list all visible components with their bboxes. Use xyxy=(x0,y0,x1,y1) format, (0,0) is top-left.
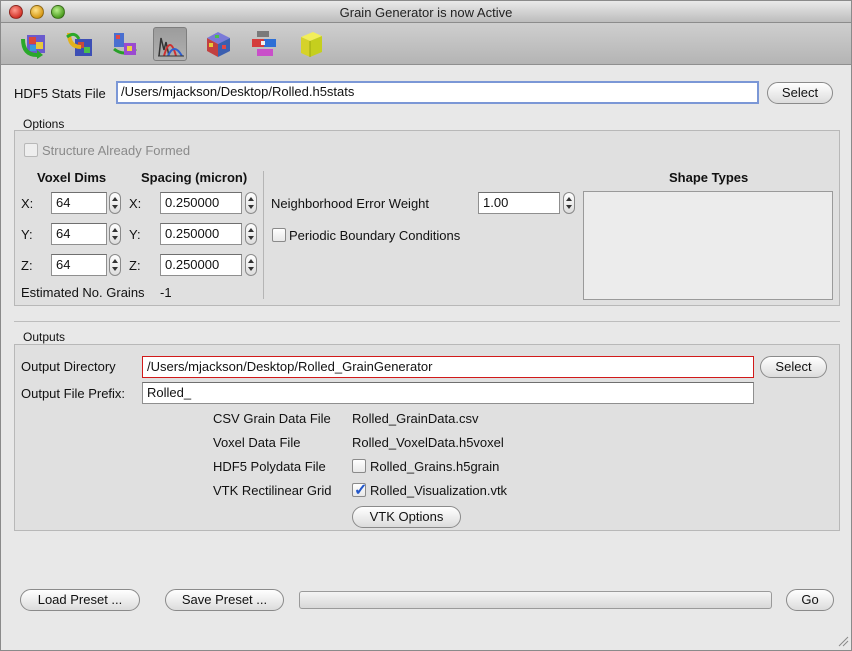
options-group: Structure Already Formed Voxel Dims Spac… xyxy=(14,130,840,306)
spacing-z-input[interactable]: 0.250000 xyxy=(160,254,242,276)
csv-grain-data-value: Rolled_GrainData.csv xyxy=(352,411,479,426)
toolbar-button-grain-generator[interactable] xyxy=(17,27,51,61)
toolbar-button-reconstruction[interactable] xyxy=(63,27,97,61)
toolbar-button-surface-mesh[interactable] xyxy=(108,27,142,61)
vtk-rectilinear-checkbox[interactable]: ✓ xyxy=(352,482,368,499)
output-directory-label: Output Directory xyxy=(21,359,116,374)
voxel-data-label: Voxel Data File xyxy=(213,435,301,450)
ebsd-conversion-icon xyxy=(252,31,276,56)
outputs-group: Output Directory /Users/mjackson/Desktop… xyxy=(14,344,840,531)
window-title: Grain Generator is now Active xyxy=(339,5,513,20)
spacing-x-input[interactable]: 0.250000 xyxy=(160,192,242,214)
save-preset-button[interactable]: Save Preset ... xyxy=(165,589,284,611)
structure-formed-label: Structure Already Formed xyxy=(42,143,191,158)
toolbar xyxy=(1,23,851,65)
output-directory-input[interactable]: /Users/mjackson/Desktop/Rolled_GrainGene… xyxy=(142,356,754,378)
go-button[interactable]: Go xyxy=(786,589,834,611)
spacing-z-label: Z: xyxy=(129,258,141,273)
voxel-z-stepper[interactable] xyxy=(109,254,121,276)
estimated-grains-value: -1 xyxy=(160,285,172,300)
title-bar: Grain Generator is now Active xyxy=(1,1,851,23)
stats-file-input[interactable]: /Users/mjackson/Desktop/Rolled.h5stats xyxy=(116,81,759,104)
neighborhood-weight-input[interactable]: 1.00 xyxy=(478,192,560,214)
voxel-data-value: Rolled_VoxelData.h5voxel xyxy=(352,435,504,450)
vtk-options-button[interactable]: VTK Options xyxy=(352,506,461,528)
voxel-y-label: Y: xyxy=(21,227,33,242)
spacing-x-label: X: xyxy=(129,196,142,211)
options-divider xyxy=(263,171,264,299)
voxel-z-input[interactable]: 64 xyxy=(51,254,107,276)
toolbar-button-statistics[interactable] xyxy=(153,27,187,61)
structure-formed-checkbox[interactable] xyxy=(24,143,38,157)
output-prefix-label: Output File Prefix: xyxy=(21,386,126,401)
grain-generator-icon xyxy=(21,35,45,59)
shape-types-list[interactable] xyxy=(583,191,833,300)
spacing-y-stepper[interactable] xyxy=(245,223,257,245)
spacing-z-stepper[interactable] xyxy=(245,254,257,276)
periodic-boundary-checkbox[interactable] xyxy=(272,228,286,242)
voxel-x-label: X: xyxy=(21,196,34,211)
toolbar-button-ebsd[interactable] xyxy=(247,27,281,61)
outputs-group-title: Outputs xyxy=(23,330,66,344)
neighborhood-weight-stepper[interactable] xyxy=(563,192,575,214)
app-window: Grain Generator is now Active HDF5 Stats… xyxy=(0,0,852,651)
hdf5-polydata-checkbox[interactable] xyxy=(352,459,366,473)
stats-file-label: HDF5 Stats File xyxy=(14,86,106,101)
voxel-dims-header: Voxel Dims xyxy=(37,170,107,185)
estimated-grains-label: Estimated No. Grains xyxy=(21,285,145,300)
voxel-x-input[interactable]: 64 xyxy=(51,192,107,214)
vtk-rectilinear-value: Rolled_Visualization.vtk xyxy=(370,483,508,498)
toolbar-button-microstructure[interactable] xyxy=(201,27,235,61)
microstructure-cube-icon xyxy=(207,32,230,57)
spacing-y-input[interactable]: 0.250000 xyxy=(160,223,242,245)
vtk-rectilinear-label: VTK Rectilinear Grid xyxy=(213,483,332,498)
output-directory-select-button[interactable]: Select xyxy=(760,356,827,378)
hdf5-polydata-value: Rolled_Grains.h5grain xyxy=(370,459,500,474)
surface-mesh-icon xyxy=(113,33,137,55)
stats-file-select-button[interactable]: Select xyxy=(767,82,833,104)
section-divider xyxy=(14,321,840,322)
toolbar-button-rendering[interactable] xyxy=(293,27,327,61)
checkmark-icon: ✓ xyxy=(354,482,368,499)
spacing-header: Spacing (micron) xyxy=(141,170,248,185)
resize-grip-icon[interactable] xyxy=(837,635,849,647)
neighborhood-weight-label: Neighborhood Error Weight xyxy=(271,196,430,211)
voxel-x-stepper[interactable] xyxy=(109,192,121,214)
spacing-x-stepper[interactable] xyxy=(245,192,257,214)
voxel-z-label: Z: xyxy=(21,258,33,273)
progress-bar xyxy=(299,591,772,609)
shape-types-header: Shape Types xyxy=(669,170,749,185)
output-prefix-input[interactable]: Rolled_ xyxy=(142,382,754,404)
options-group-title: Options xyxy=(23,117,65,131)
rendering-cube-icon xyxy=(301,32,322,57)
periodic-boundary-label: Periodic Boundary Conditions xyxy=(289,228,461,243)
statistics-icon xyxy=(158,37,184,57)
csv-grain-data-label: CSV Grain Data File xyxy=(213,411,331,426)
voxel-y-stepper[interactable] xyxy=(109,223,121,245)
hdf5-polydata-label: HDF5 Polydata File xyxy=(213,459,326,474)
spacing-y-label: Y: xyxy=(129,227,141,242)
voxel-y-input[interactable]: 64 xyxy=(51,223,107,245)
load-preset-button[interactable]: Load Preset ... xyxy=(20,589,140,611)
reconstruction-icon xyxy=(66,32,92,56)
